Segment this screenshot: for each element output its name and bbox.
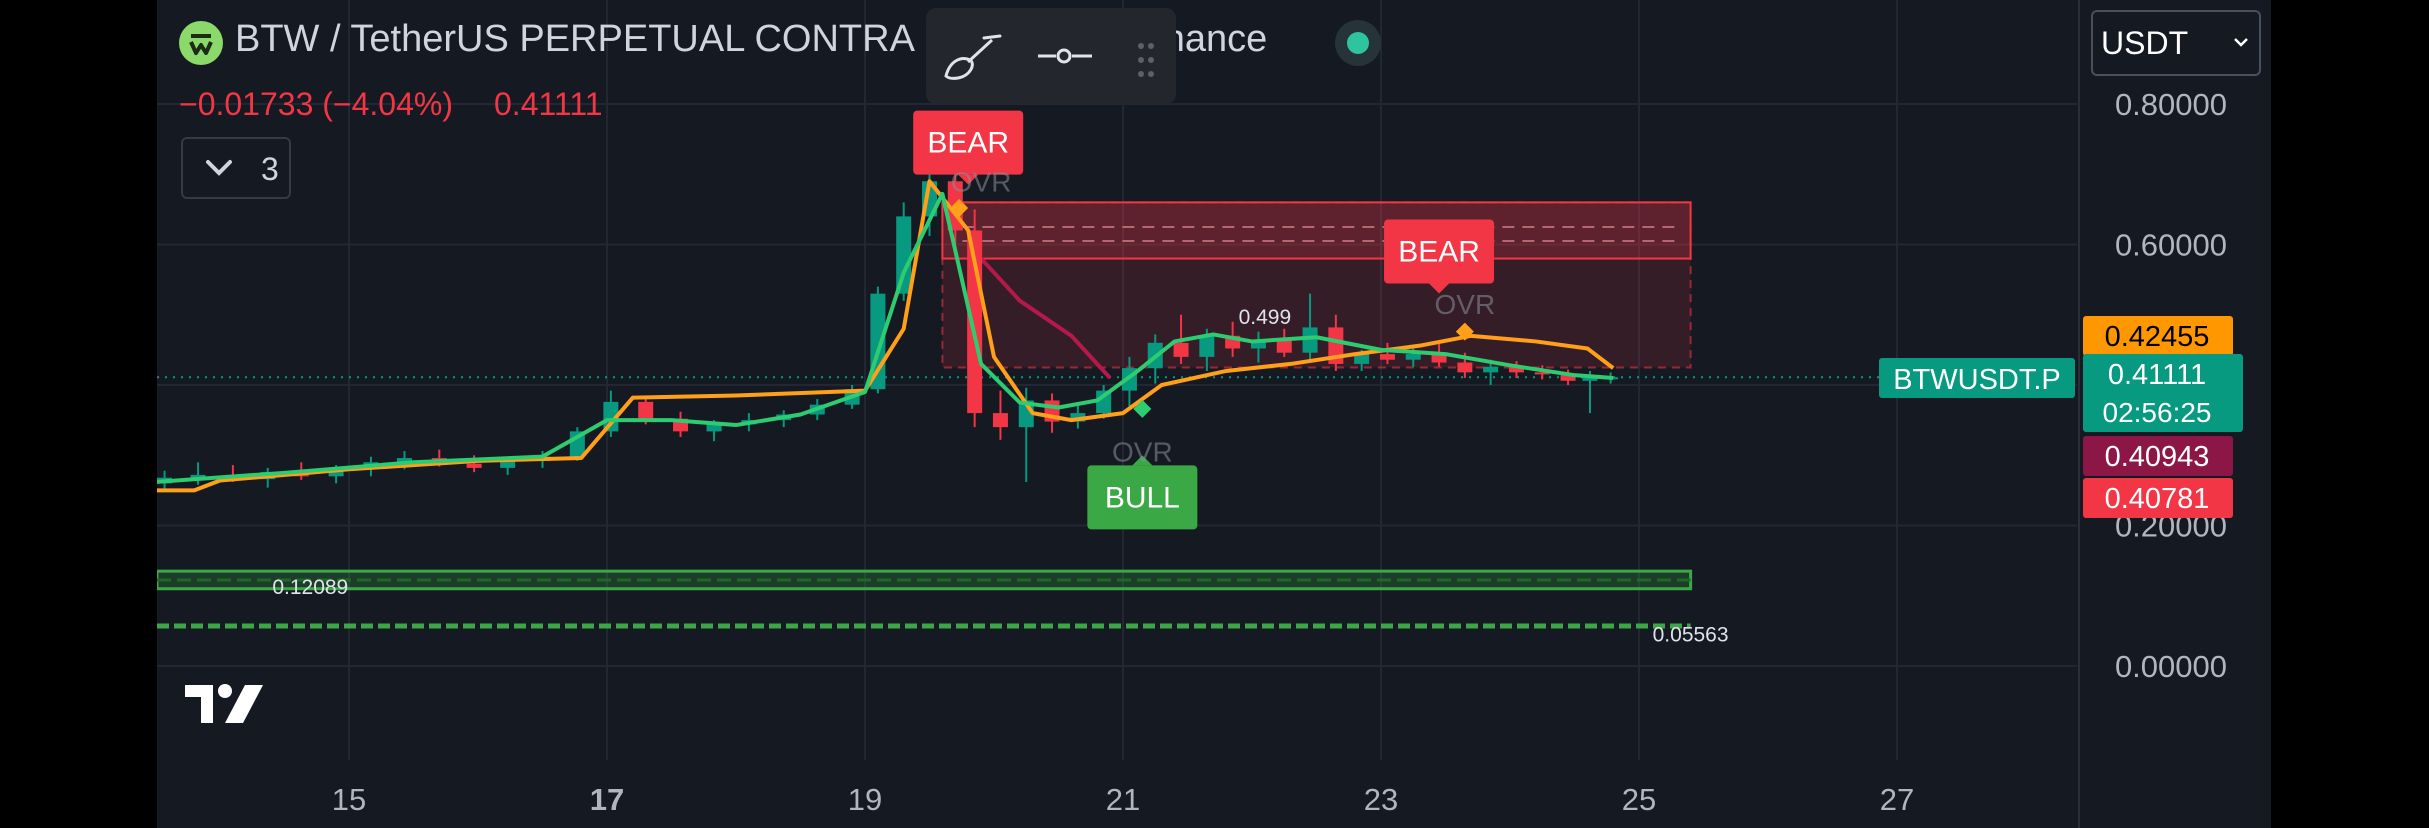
price-change: −0.01733 (−4.04%) — [179, 86, 453, 122]
x-tick-label: 25 — [1622, 782, 1656, 817]
tradingview-logo — [185, 684, 263, 723]
price-tag-countdown: 02:56:25 — [2103, 397, 2212, 428]
last-price: 0.41111 — [494, 86, 603, 122]
drag-handle-icon[interactable] — [1136, 40, 1156, 80]
symbol-tag: BTWUSDT.P — [1893, 364, 2061, 396]
candle-body — [1173, 342, 1189, 357]
candle-body — [1483, 366, 1499, 373]
bear-label: BEAR — [927, 127, 1009, 160]
line-tool-icon[interactable] — [1036, 44, 1096, 68]
candle-body — [992, 413, 1008, 428]
candle-body — [466, 463, 482, 468]
x-tick-label: 19 — [848, 782, 882, 817]
y-tick-label: 0.60000 — [2115, 228, 2227, 263]
currency-select[interactable]: USDT — [2091, 10, 2261, 76]
drawing-toolbar[interactable] — [926, 8, 1176, 104]
candle-body — [1457, 362, 1473, 373]
indicators-count: 3 — [261, 151, 279, 187]
candle-body — [1302, 327, 1318, 353]
x-tick-label: 17 — [590, 782, 624, 817]
y-tick-label: 0.80000 — [2115, 87, 2227, 122]
bull-label: BULL — [1105, 481, 1180, 514]
candle-body — [1199, 335, 1215, 357]
price-tag-value: 0.40781 — [2105, 483, 2210, 515]
btw-coin-icon — [179, 21, 223, 65]
chart-canvas[interactable]: 0.800000.600000.200000.0000015 17 19 21 23 25… — [157, 0, 2271, 828]
indicators-toggle-button[interactable]: 3 — [181, 137, 291, 199]
symbol-title-left: BTW / TetherUS PERPETUAL CONTRA — [235, 18, 915, 60]
level-value-label: 0.12089 — [272, 576, 348, 599]
x-tick-label: 15 — [332, 782, 366, 817]
candle-body — [638, 401, 654, 419]
bear-zone-upper — [941, 201, 1692, 260]
level-value-label: 0.499 — [1239, 306, 1292, 329]
ovr-label: OVR — [951, 166, 1012, 197]
chart-frame[interactable]: 0.80000 0.60000 0.20000 0.00000 15 17 19 21 23 25… — [157, 0, 2271, 828]
candle-body — [896, 216, 912, 294]
chevron-down-icon — [2234, 38, 2248, 47]
ovr-label: OVR — [1435, 289, 1496, 320]
chevron-down-icon — [206, 160, 232, 176]
x-tick-label: 27 — [1880, 782, 1914, 817]
candle-body — [1405, 354, 1421, 360]
x-tick-label: 21 — [1106, 782, 1140, 817]
price-tag-value: 0.42455 — [2105, 321, 2210, 353]
x-tick-label: 23 — [1364, 782, 1398, 817]
currency-select-value: USDT — [2101, 25, 2189, 61]
ovr-label: OVR — [1112, 437, 1173, 468]
bear-label: BEAR — [1398, 236, 1480, 269]
y-tick-label: 0.00000 — [2115, 649, 2227, 684]
price-tag-value: 0.40943 — [2105, 441, 2210, 473]
brush-icon[interactable] — [940, 30, 1006, 86]
price-tag-value: 0.41111 — [2108, 359, 2206, 391]
level-value-label: 0.05563 — [1653, 624, 1729, 647]
candle-body — [1276, 340, 1292, 353]
market-status-dot — [1335, 20, 1381, 66]
candle-body — [1379, 354, 1395, 360]
